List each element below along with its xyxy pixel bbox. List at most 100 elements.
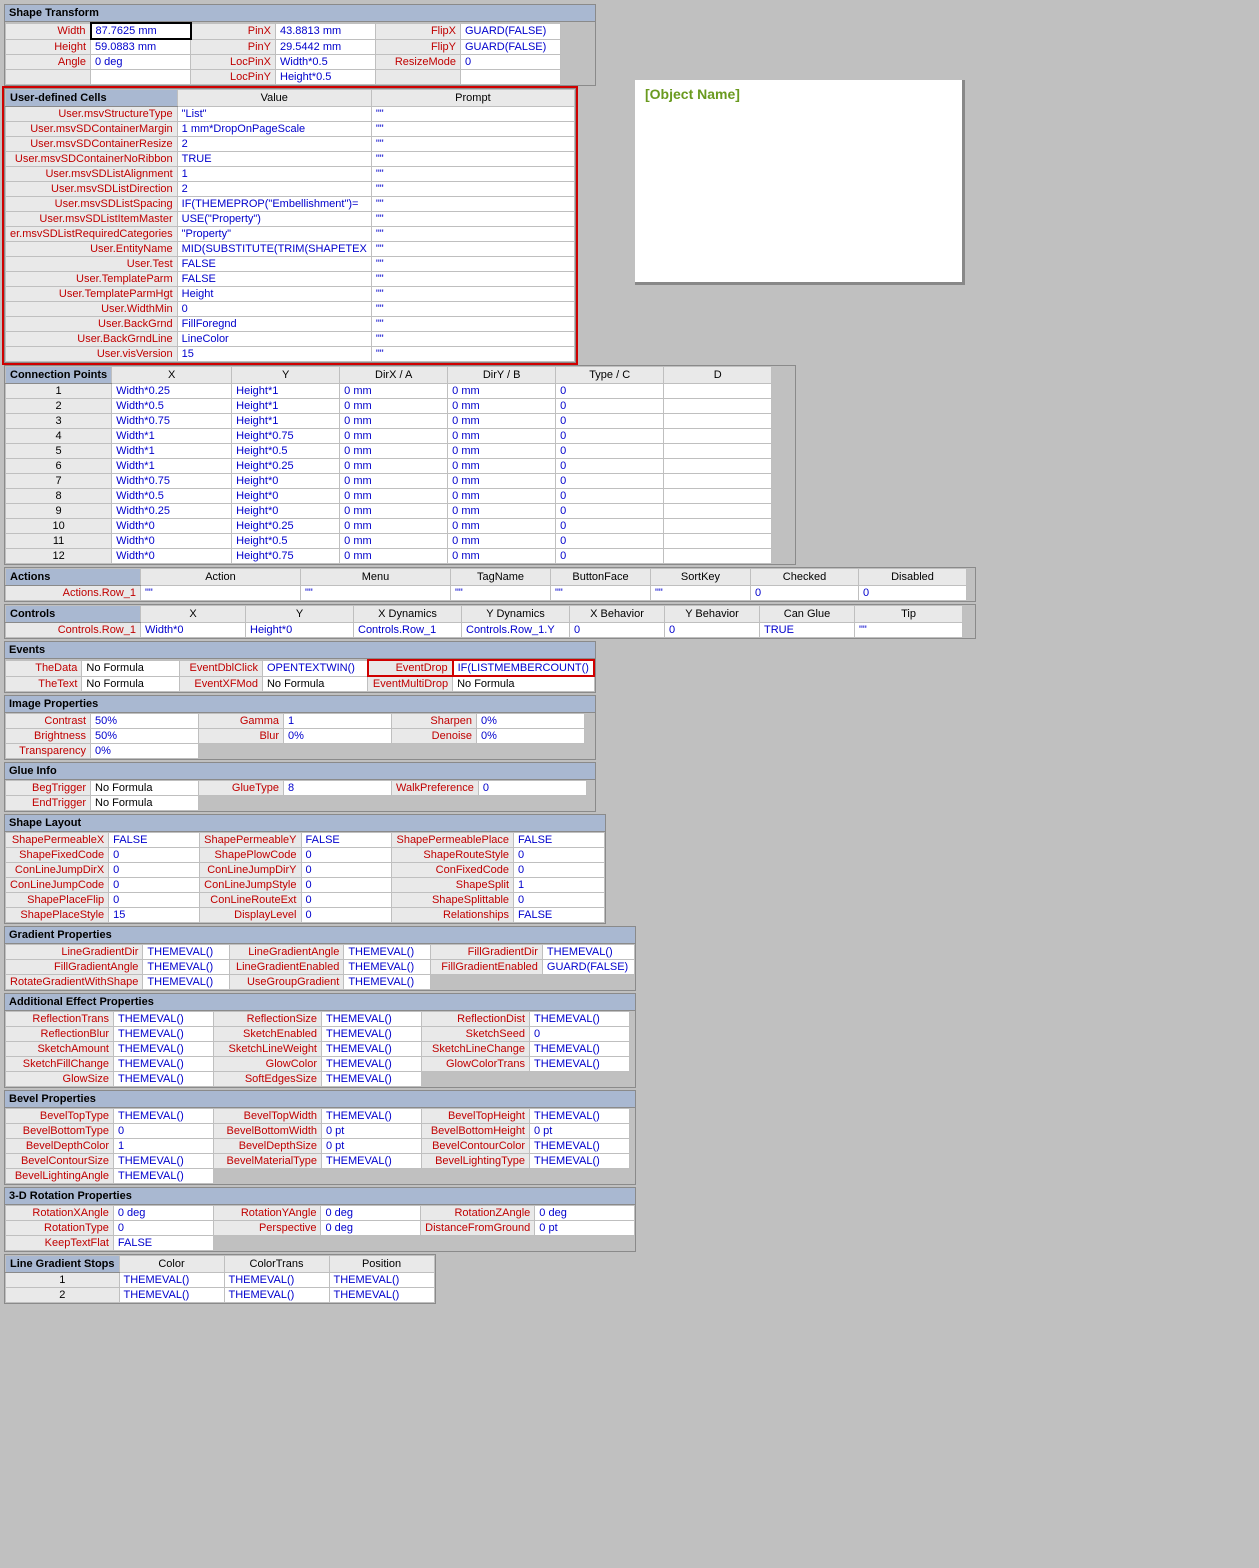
cell[interactable]: "Property" (177, 227, 371, 242)
cell[interactable]: Width*0 (112, 534, 232, 549)
cell[interactable]: 0 mm (340, 534, 448, 549)
cell[interactable]: Width*0 (112, 549, 232, 564)
cell[interactable]: 0 (478, 781, 586, 796)
cell[interactable]: 0 (113, 1221, 213, 1236)
cell[interactable]: Width*0.25 (112, 384, 232, 399)
cell[interactable]: FlipY (376, 39, 461, 55)
cell[interactable]: User.WidthMin (6, 302, 178, 317)
cell[interactable]: "" (371, 332, 574, 347)
cell[interactable]: OPENTEXTWIN() (262, 660, 367, 676)
cell[interactable]: ReflectionSize (214, 1012, 322, 1027)
cell[interactable]: THEMEVAL() (119, 1273, 224, 1288)
cell[interactable]: TheData (6, 660, 82, 676)
cell[interactable]: THEMEVAL() (322, 1027, 422, 1042)
cell[interactable]: 0 (556, 504, 664, 519)
cell[interactable]: ShapeFixedCode (6, 848, 109, 863)
cell[interactable]: RotationYAngle (213, 1206, 321, 1221)
cell[interactable]: "" (371, 347, 574, 362)
cell[interactable]: FALSE (109, 833, 200, 848)
cell[interactable]: Height*0.75 (232, 549, 340, 564)
cell[interactable]: 0 (556, 399, 664, 414)
cell[interactable]: EventDrop (368, 660, 453, 676)
cell[interactable]: User.TemplateParm (6, 272, 178, 287)
cell[interactable]: 1 (284, 714, 392, 729)
cell[interactable]: "" (371, 212, 574, 227)
cell[interactable]: IF(LISTMEMBERCOUNT() (453, 660, 594, 676)
cell[interactable]: ConFixedCode (392, 863, 514, 878)
cell[interactable]: GUARD(FALSE) (461, 39, 561, 55)
cell[interactable] (664, 504, 772, 519)
cell[interactable]: 4 (6, 429, 112, 444)
cell[interactable]: ShapePlaceStyle (6, 908, 109, 923)
cell[interactable]: Height*0 (246, 623, 354, 638)
cell[interactable]: 8 (284, 781, 392, 796)
cell[interactable]: 2 (6, 399, 112, 414)
cell[interactable]: FALSE (177, 257, 371, 272)
cell[interactable]: ConLineJumpCode (6, 878, 109, 893)
cell[interactable]: THEMEVAL() (322, 1042, 422, 1057)
cell[interactable]: 0 mm (340, 504, 448, 519)
cell[interactable] (664, 459, 772, 474)
cell[interactable]: User.msvSDListSpacing (6, 197, 178, 212)
cell[interactable]: User.msvSDListItemMaster (6, 212, 178, 227)
cell[interactable]: 0 mm (448, 459, 556, 474)
cell[interactable]: User.BackGrndLine (6, 332, 178, 347)
cell[interactable] (664, 414, 772, 429)
cell[interactable]: Height*0.5 (232, 444, 340, 459)
cell[interactable]: 0 (109, 893, 200, 908)
cell[interactable]: GUARD(FALSE) (461, 23, 561, 39)
cell[interactable]: 0 mm (340, 519, 448, 534)
cell[interactable]: FillGradientEnabled (431, 960, 543, 975)
cell[interactable]: FALSE (113, 1236, 213, 1251)
cell[interactable]: EventXFMod (179, 676, 262, 692)
cell[interactable]: 43.8813 mm (276, 23, 376, 39)
cell[interactable]: 0 mm (340, 474, 448, 489)
cell[interactable]: 0 (556, 414, 664, 429)
cell[interactable]: 0 (556, 474, 664, 489)
cell[interactable]: Height*0.25 (232, 519, 340, 534)
cell[interactable]: THEMEVAL() (114, 1109, 214, 1124)
cell[interactable]: 0 deg (113, 1206, 213, 1221)
cell[interactable]: Height*0.5 (232, 534, 340, 549)
cell[interactable]: "" (371, 302, 574, 317)
cell[interactable]: No Formula (453, 676, 594, 692)
cell[interactable]: ShapeSplit (392, 878, 514, 893)
cell[interactable]: USE("Property") (177, 212, 371, 227)
cell[interactable]: Actions.Row_1 (6, 586, 141, 601)
cell[interactable]: BevelLightingAngle (6, 1169, 114, 1184)
cell[interactable]: BegTrigger (6, 781, 91, 796)
cell[interactable]: KeepTextFlat (6, 1236, 114, 1251)
cell[interactable] (461, 70, 561, 85)
cell[interactable]: THEMEVAL() (224, 1273, 329, 1288)
cell[interactable]: 0 pt (322, 1124, 422, 1139)
cell[interactable] (664, 519, 772, 534)
cell[interactable]: 0 deg (321, 1221, 421, 1236)
cell[interactable]: THEMEVAL() (344, 960, 431, 975)
cell[interactable]: THEMEVAL() (114, 1169, 214, 1184)
cell[interactable]: Height*1 (232, 399, 340, 414)
cell[interactable]: 0 (109, 848, 200, 863)
cell[interactable]: THEMEVAL() (530, 1012, 630, 1027)
cell[interactable]: FALSE (514, 833, 605, 848)
cell[interactable]: er.msvSDListRequiredCategories (6, 227, 178, 242)
cell[interactable]: EndTrigger (6, 796, 91, 811)
cell[interactable]: THEMEVAL() (530, 1154, 630, 1169)
cell[interactable]: 0 mm (340, 489, 448, 504)
cell[interactable]: 0 deg (535, 1206, 635, 1221)
cell[interactable]: UseGroupGradient (230, 975, 344, 990)
cell[interactable]: Controls.Row_1 (354, 623, 462, 638)
cell[interactable]: Controls.Row_1 (6, 623, 141, 638)
cell[interactable]: BevelBottomWidth (214, 1124, 322, 1139)
cell[interactable]: "" (141, 586, 301, 601)
cell[interactable]: THEMEVAL() (143, 960, 230, 975)
cell[interactable]: GlowColorTrans (422, 1057, 530, 1072)
cell[interactable]: THEMEVAL() (114, 1072, 214, 1087)
cell[interactable]: User.EntityName (6, 242, 178, 257)
cell[interactable]: PinX (191, 23, 276, 39)
cell[interactable]: "" (371, 167, 574, 182)
cell[interactable]: Height*0.5 (276, 70, 376, 85)
cell[interactable]: Width*1 (112, 444, 232, 459)
cell[interactable]: ShapeSplittable (392, 893, 514, 908)
cell[interactable]: THEMEVAL() (114, 1027, 214, 1042)
cell[interactable]: "" (855, 623, 963, 638)
